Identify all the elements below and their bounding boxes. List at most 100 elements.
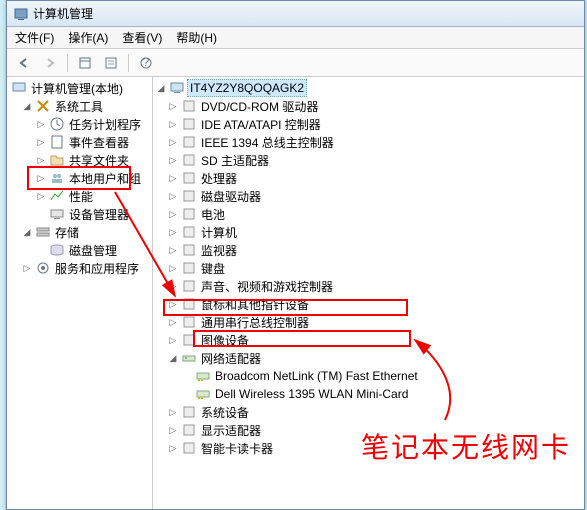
expand-icon[interactable]: ▷: [35, 118, 47, 130]
tree-item[interactable]: ▷本地用户和组: [7, 169, 152, 187]
expand-icon[interactable]: ▷: [167, 190, 179, 202]
device-category[interactable]: ▷显示适配器: [153, 421, 584, 439]
device-category[interactable]: ▷IDE ATA/ATAPI 控制器: [153, 115, 584, 133]
computer-icon: [11, 80, 27, 96]
device-category[interactable]: ▷计算机: [153, 223, 584, 241]
expand-icon[interactable]: ▷: [167, 262, 179, 274]
task-icon: [49, 116, 65, 132]
device-category[interactable]: ▷图像设备: [153, 331, 584, 349]
category-icon: [181, 170, 197, 186]
device-category[interactable]: ▷通用串行总线控制器: [153, 313, 584, 331]
tree-device-manager[interactable]: ▷设备管理器: [7, 205, 152, 223]
forward-button[interactable]: [39, 52, 61, 74]
device-mgr-icon: [49, 206, 65, 222]
device-category[interactable]: ▷SD 主适配器: [153, 151, 584, 169]
expand-icon[interactable]: ▷: [167, 424, 179, 436]
tree-root[interactable]: 计算机管理(本地): [7, 79, 152, 97]
device-category[interactable]: ▷电池: [153, 205, 584, 223]
toolbar-separator: [67, 54, 68, 72]
toolbar: ?: [7, 49, 584, 77]
tree-services[interactable]: ▷服务和应用程序: [7, 259, 152, 277]
properties-icon[interactable]: [100, 52, 122, 74]
svg-text:?: ?: [143, 56, 150, 69]
collapse-icon[interactable]: ◢: [155, 82, 167, 94]
expand-icon[interactable]: ▷: [35, 154, 47, 166]
expand-icon[interactable]: ▷: [35, 190, 47, 202]
collapse-icon[interactable]: ◢: [167, 352, 179, 364]
expand-icon[interactable]: ▷: [167, 100, 179, 112]
expand-icon[interactable]: ▷: [21, 262, 33, 274]
expand-icon[interactable]: ▷: [167, 244, 179, 256]
expand-icon[interactable]: ▷: [167, 280, 179, 292]
expand-icon[interactable]: ▷: [167, 442, 179, 454]
device-category[interactable]: ▷磁盘驱动器: [153, 187, 584, 205]
toolbar-separator: [128, 54, 129, 72]
device-root[interactable]: ◢IT4YZ2Y8QOQAGK2: [153, 79, 584, 97]
expand-icon[interactable]: ▷: [35, 136, 47, 148]
device-category[interactable]: ▷处理器: [153, 169, 584, 187]
event-icon: [49, 134, 65, 150]
left-tree-pane: 计算机管理(本地) ◢ 系统工具 ▷任务计划程序 ▷事件查看器 ▷共享文件夹 ▷…: [7, 77, 153, 509]
titlebar[interactable]: 计算机管理: [7, 1, 584, 27]
expand-icon[interactable]: ▷: [167, 298, 179, 310]
users-icon: [49, 170, 65, 186]
device-category[interactable]: ▷系统设备: [153, 403, 584, 421]
device-category[interactable]: ▷IEEE 1394 总线主控制器: [153, 133, 584, 151]
category-icon: [181, 350, 197, 366]
expand-icon[interactable]: ▷: [35, 172, 47, 184]
expand-icon[interactable]: ▷: [167, 208, 179, 220]
tree-storage[interactable]: ◢存储: [7, 223, 152, 241]
device-category[interactable]: ▷鼠标和其他指针设备: [153, 295, 584, 313]
content-panes: 计算机管理(本地) ◢ 系统工具 ▷任务计划程序 ▷事件查看器 ▷共享文件夹 ▷…: [7, 77, 584, 509]
tree-item[interactable]: ▷磁盘管理: [7, 241, 152, 259]
storage-icon: [35, 224, 51, 240]
device-category[interactable]: ▷监视器: [153, 241, 584, 259]
menu-file[interactable]: 文件(F): [15, 29, 54, 46]
services-icon: [35, 260, 51, 276]
expand-icon[interactable]: ▷: [167, 334, 179, 346]
collapse-icon[interactable]: ◢: [21, 226, 33, 238]
expand-icon[interactable]: ▷: [167, 118, 179, 130]
tree-item[interactable]: ▷共享文件夹: [7, 151, 152, 169]
menu-action[interactable]: 操作(A): [68, 29, 108, 46]
right-device-pane: ◢IT4YZ2Y8QOQAGK2▷DVD/CD-ROM 驱动器▷IDE ATA/…: [153, 77, 584, 509]
device-category[interactable]: ▷键盘: [153, 259, 584, 277]
expand-icon[interactable]: ▷: [167, 136, 179, 148]
nic-icon: [195, 386, 211, 402]
help-icon[interactable]: ?: [135, 52, 157, 74]
category-icon: [181, 206, 197, 222]
app-icon: [13, 6, 29, 22]
menu-help[interactable]: 帮助(H): [176, 29, 217, 46]
category-icon: [181, 422, 197, 438]
tools-icon: [35, 98, 51, 114]
device-category[interactable]: ▷声音、视频和游戏控制器: [153, 277, 584, 295]
nic-icon: [195, 368, 211, 384]
expand-icon[interactable]: ▷: [167, 406, 179, 418]
expand-icon[interactable]: ▷: [167, 316, 179, 328]
tree-item[interactable]: ▷事件查看器: [7, 133, 152, 151]
expand-icon[interactable]: ▷: [167, 226, 179, 238]
category-icon: [181, 98, 197, 114]
category-icon: [181, 440, 197, 456]
back-button[interactable]: [13, 52, 35, 74]
category-icon: [181, 188, 197, 204]
category-icon: [181, 314, 197, 330]
device-item[interactable]: ▷Dell Wireless 1395 WLAN Mini-Card: [153, 385, 584, 403]
tree-item[interactable]: ▷性能: [7, 187, 152, 205]
category-icon: [181, 224, 197, 240]
tree-item[interactable]: ▷任务计划程序: [7, 115, 152, 133]
device-category[interactable]: ▷智能卡读卡器: [153, 439, 584, 457]
category-icon: [181, 296, 197, 312]
disk-icon: [49, 242, 65, 258]
device-category[interactable]: ◢网络适配器: [153, 349, 584, 367]
tree-system-tools[interactable]: ◢ 系统工具: [7, 97, 152, 115]
show-hide-icon[interactable]: [74, 52, 96, 74]
device-item[interactable]: ▷Broadcom NetLink (TM) Fast Ethernet: [153, 367, 584, 385]
expand-icon[interactable]: ▷: [167, 172, 179, 184]
collapse-icon[interactable]: ◢: [21, 100, 33, 112]
perf-icon: [49, 188, 65, 204]
expand-icon[interactable]: ▷: [167, 154, 179, 166]
device-category[interactable]: ▷DVD/CD-ROM 驱动器: [153, 97, 584, 115]
category-icon: [181, 242, 197, 258]
menu-view[interactable]: 查看(V): [122, 29, 162, 46]
